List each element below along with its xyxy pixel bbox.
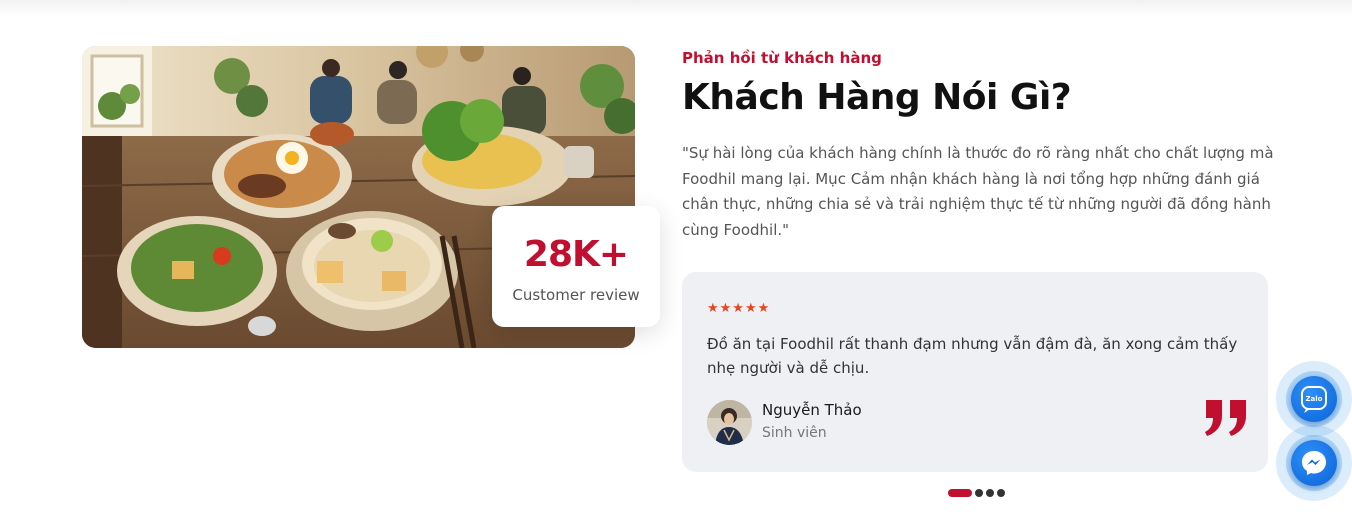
quote-icon: [1202, 398, 1250, 438]
pagination-dot-3[interactable]: [986, 489, 994, 497]
section-eyebrow: Phản hồi từ khách hàng: [682, 49, 882, 67]
header-shadow: [0, 0, 1352, 16]
review-count-label: Customer review: [512, 286, 640, 304]
pagination-dot-2[interactable]: [975, 489, 983, 497]
testimonial-card: ★★★★★ Đồ ăn tại Foodhil rất thanh đạm nh…: [682, 272, 1268, 472]
avatar: [707, 400, 752, 445]
review-count: 28K+: [523, 234, 629, 275]
zalo-icon-text: Zalo: [1305, 395, 1322, 403]
section-title: Khách Hàng Nói Gì?: [682, 77, 1072, 118]
testimonial-text: Đồ ăn tại Foodhil rất thanh đạm nhưng vẫ…: [707, 335, 1238, 377]
author-role: Sinh viên: [762, 425, 827, 441]
messenger-chat-button[interactable]: [1276, 425, 1352, 501]
messenger-icon: [1291, 440, 1337, 486]
zalo-icon: Zalo: [1291, 376, 1337, 422]
pagination-dot-1[interactable]: [948, 489, 972, 497]
author-name: Nguyễn Thảo: [762, 401, 862, 419]
pagination-dot-4[interactable]: [997, 489, 1005, 497]
customer-review-stat-card: 28K+ Customer review: [492, 206, 660, 327]
carousel-pagination: [948, 488, 1005, 498]
section-intro: "Sự hài lòng của khách hàng chính là thư…: [682, 144, 1274, 239]
rating-stars: ★★★★★: [707, 301, 771, 316]
